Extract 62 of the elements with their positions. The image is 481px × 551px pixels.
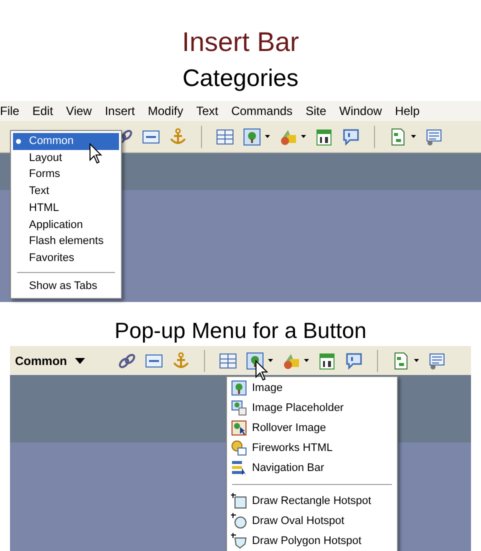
image-icon — [231, 380, 247, 396]
calendar-icon[interactable] — [315, 128, 333, 146]
menu-option[interactable]: Draw Oval Hotspot — [252, 512, 344, 530]
navigation-bar-icon — [231, 460, 247, 476]
menu-option[interactable]: Rollover Image — [252, 420, 326, 436]
menu-item[interactable]: Window — [339, 102, 382, 120]
calendar-icon[interactable] — [318, 352, 336, 370]
tag-chooser-icon[interactable] — [425, 128, 443, 146]
envelope-icon[interactable] — [142, 128, 160, 146]
section-heading: Categories — [182, 64, 299, 94]
menu-option[interactable]: Draw Rectangle Hotspot — [252, 492, 372, 510]
menu-option[interactable]: Show as Tabs — [13, 278, 119, 296]
table-icon[interactable] — [216, 128, 234, 146]
rollover-image-icon — [231, 420, 247, 436]
tag-chooser-icon[interactable] — [428, 352, 446, 370]
menu-option[interactable]: Application — [13, 216, 119, 234]
menu-option[interactable]: Draw Polygon Hotspot — [252, 532, 362, 550]
menu-option[interactable]: HTML — [13, 200, 119, 216]
document-icon[interactable] — [389, 128, 407, 146]
mouse-pointer-icon — [89, 143, 103, 165]
menu-option[interactable]: Layout — [13, 150, 119, 166]
menu-item[interactable]: Insert — [104, 102, 135, 120]
menu-option[interactable]: Favorites — [13, 250, 119, 266]
menu-item[interactable]: View — [66, 102, 92, 120]
menu-item[interactable]: File — [0, 102, 20, 120]
caret-icon[interactable] — [414, 359, 419, 362]
speech-bubble-icon[interactable] — [345, 352, 363, 370]
speech-bubble-icon[interactable] — [342, 128, 360, 146]
menu-option[interactable]: Text — [13, 183, 119, 200]
polygon-hotspot-icon — [231, 533, 247, 549]
menu-item[interactable]: Commands — [231, 102, 293, 120]
menu-item[interactable]: Text — [196, 102, 218, 120]
menu-option[interactable]: Fireworks HTML — [252, 440, 333, 456]
image-icon[interactable] — [243, 128, 261, 146]
menu-option[interactable]: Image — [252, 380, 283, 396]
table-icon[interactable] — [219, 352, 237, 370]
caret-icon[interactable] — [304, 359, 309, 362]
caret-icon[interactable] — [268, 359, 273, 362]
menu-option[interactable]: Image Placeholder — [252, 400, 344, 416]
menu-item[interactable]: Modify — [148, 102, 184, 120]
menu-option[interactable]: Common — [13, 133, 119, 150]
rectangle-hotspot-icon — [231, 493, 247, 509]
envelope-icon[interactable] — [145, 352, 163, 370]
page-title: Insert Bar — [182, 26, 300, 59]
fireworks-html-icon — [231, 440, 247, 456]
caret-icon[interactable] — [411, 135, 416, 138]
menu-item[interactable]: Edit — [32, 102, 54, 120]
menu-option[interactable]: Navigation Bar — [252, 460, 324, 476]
image-placeholder-icon — [231, 400, 247, 416]
bullet-icon — [16, 138, 21, 144]
category-dropdown[interactable]: Common — [15, 352, 118, 370]
menu-option[interactable]: Flash elements — [13, 233, 119, 250]
section-heading: Pop-up Menu for a Button — [114, 317, 368, 345]
caret-icon[interactable] — [265, 135, 270, 138]
caret-icon[interactable] — [75, 358, 85, 364]
document-icon[interactable] — [392, 352, 410, 370]
chain-link-icon[interactable] — [118, 352, 136, 370]
oval-hotspot-icon — [231, 513, 247, 529]
menu-item[interactable]: Site — [306, 102, 326, 120]
menu-option[interactable]: Forms — [13, 166, 119, 184]
menu-item[interactable]: Help — [394, 102, 420, 120]
caret-icon[interactable] — [301, 135, 306, 138]
